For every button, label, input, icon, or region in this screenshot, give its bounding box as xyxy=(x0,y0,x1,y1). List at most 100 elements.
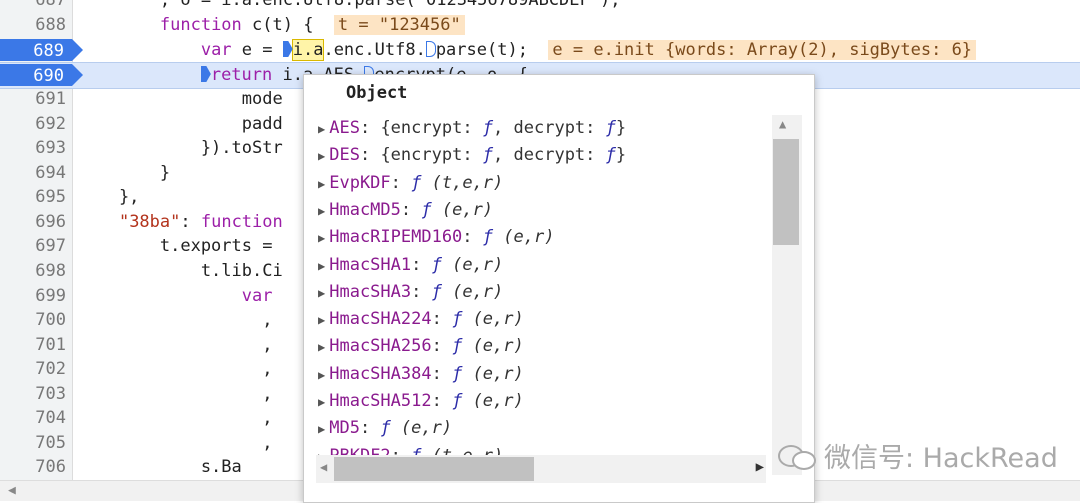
code-text: t.exports = xyxy=(78,234,273,259)
function-symbol: ƒ xyxy=(452,336,463,357)
function-args: (e,r) xyxy=(441,281,504,302)
breakpoint-marker-icon[interactable]: 689 xyxy=(0,39,83,61)
code-segment: mode xyxy=(78,89,283,109)
property-separator: : xyxy=(390,172,412,193)
code-line: 689 var e = i.a.enc.Utf8. parse(t); e = e… xyxy=(0,38,1080,63)
code-segment: , o = i.a.enc.Utf8.parse("0123456789ABCD… xyxy=(78,0,621,10)
property-separator: : xyxy=(400,199,422,220)
property-row[interactable]: ▶PBKDF2: ƒ (t,e,r) xyxy=(318,443,503,455)
function-symbol: ƒ xyxy=(411,446,421,455)
triangle-right-icon[interactable]: ▶ xyxy=(318,122,325,136)
property-row[interactable]: ▶ HmacSHA3: ƒ (e,r) xyxy=(318,279,503,306)
triangle-right-icon[interactable]: ▶ xyxy=(318,422,325,436)
triangle-right-icon[interactable]: ▶ xyxy=(318,286,325,300)
property-row[interactable]: ▶ HmacSHA224: ƒ (e,r) xyxy=(318,306,524,333)
line-number[interactable]: 699 xyxy=(0,284,66,309)
code-segment: padd xyxy=(78,114,283,134)
code-segment: }, xyxy=(78,187,140,207)
code-line: 688 function c(t) { t = "123456" xyxy=(0,13,1080,38)
scroll-up-icon[interactable]: ▲ xyxy=(779,117,786,131)
line-number[interactable]: 704 xyxy=(0,406,66,431)
line-number[interactable]: 691 xyxy=(0,87,66,112)
property-row[interactable]: ▶ HmacSHA256: ƒ (e,r) xyxy=(318,333,524,360)
line-number[interactable]: 701 xyxy=(0,333,66,358)
function-args: (e,r) xyxy=(462,391,524,411)
triangle-right-icon[interactable]: ▶ xyxy=(318,231,325,245)
property-value: {encrypt: xyxy=(380,118,483,138)
wechat-logo-icon xyxy=(778,443,816,470)
line-number[interactable]: 702 xyxy=(0,357,66,382)
current-expression[interactable]: i.a xyxy=(291,39,325,61)
line-number[interactable]: 695 xyxy=(0,185,66,210)
horizontal-scroll-thumb[interactable] xyxy=(334,457,534,481)
function-symbol: ƒ xyxy=(452,309,463,330)
code-segment: parse(t); xyxy=(435,40,549,60)
triangle-right-icon[interactable]: ▶ xyxy=(318,177,325,191)
popup-horizontal-scrollbar[interactable]: ◀ ▶ xyxy=(316,455,766,483)
property-row[interactable]: ▶ EvpKDF: ƒ (t,e,r) xyxy=(318,170,503,197)
code-segment: }).toStr xyxy=(78,138,283,158)
line-number[interactable]: 700 xyxy=(0,308,66,333)
property-name: HmacSHA512 xyxy=(329,391,432,411)
inline-value-hint: e = e.init {words: Array(2), sigBytes: 6… xyxy=(548,40,977,60)
code-segment: t.exports = xyxy=(78,236,273,256)
code-text: , xyxy=(78,357,272,382)
breakpoint-marker-icon[interactable]: 690 xyxy=(0,64,83,86)
property-name: DES xyxy=(329,145,360,166)
code-text: }).toStr xyxy=(78,136,283,161)
property-row[interactable]: ▶ HmacRIPEMD160: ƒ (e,r) xyxy=(318,224,554,251)
triangle-right-icon[interactable]: ▶ xyxy=(318,395,325,409)
property-row[interactable]: ▶ HmacMD5: ƒ (e,r) xyxy=(318,197,493,224)
line-number[interactable]: 706 xyxy=(0,455,66,480)
function-symbol: ƒ xyxy=(605,118,616,138)
scroll-right-icon[interactable]: ▶ xyxy=(756,459,764,475)
property-name: HmacRIPEMD160 xyxy=(329,227,463,248)
code-text: , o = i.a.enc.Utf8.parse("0123456789ABCD… xyxy=(78,0,621,13)
function-symbol: ƒ xyxy=(380,418,391,439)
keyword: function xyxy=(159,15,242,35)
popup-vertical-scrollbar[interactable]: ▲ xyxy=(772,115,802,475)
line-number[interactable]: 698 xyxy=(0,259,66,284)
property-separator: : xyxy=(391,446,411,455)
code-segment: , xyxy=(78,433,273,453)
watermark: 微信号: HackRead xyxy=(778,436,1058,475)
function-symbol: ƒ xyxy=(431,254,442,275)
line-number[interactable]: 697 xyxy=(0,234,66,259)
line-number[interactable]: 693 xyxy=(0,136,66,161)
code-text: function c(t) { t = "123456" xyxy=(78,13,465,38)
function-symbol: ƒ xyxy=(605,145,616,166)
triangle-right-icon[interactable]: ▶ xyxy=(318,368,325,382)
scroll-left-icon[interactable]: ◀ xyxy=(8,483,16,498)
line-number[interactable]: 688 xyxy=(0,13,66,38)
object-preview-popup[interactable]: Object ▶ AES: {encrypt: ƒ, decrypt: ƒ} ▶ DE… xyxy=(303,74,815,503)
line-number[interactable]: 694 xyxy=(0,161,66,186)
triangle-right-icon[interactable]: ▶ xyxy=(318,313,325,327)
code-segment: , xyxy=(78,310,273,330)
function-symbol: ƒ xyxy=(482,118,494,138)
triangle-right-icon[interactable]: ▶ xyxy=(318,204,325,218)
property-name: HmacSHA1 xyxy=(329,254,412,275)
triangle-right-icon[interactable]: ▶ xyxy=(318,149,325,163)
line-number[interactable]: 705 xyxy=(0,431,66,456)
line-number[interactable]: 696 xyxy=(0,210,66,235)
line-number[interactable]: 692 xyxy=(0,112,66,137)
triangle-right-icon[interactable]: ▶ xyxy=(318,340,325,354)
property-row[interactable]: ▶ HmacSHA384: ƒ (e,r) xyxy=(318,361,524,388)
triangle-right-icon[interactable]: ▶ xyxy=(318,259,325,273)
function-symbol: ƒ xyxy=(421,199,432,220)
property-name: HmacMD5 xyxy=(329,199,401,220)
property-row[interactable]: ▶ HmacSHA512: ƒ (e,r) xyxy=(318,388,524,415)
line-number[interactable]: 703 xyxy=(0,382,66,407)
function-symbol: ƒ xyxy=(452,363,463,384)
vertical-scroll-thumb[interactable] xyxy=(773,139,799,245)
scroll-left-icon[interactable]: ◀ xyxy=(320,460,327,474)
property-row[interactable]: ▶ AES: {encrypt: ƒ, decrypt: ƒ} xyxy=(318,115,626,142)
line-number[interactable]: 687 xyxy=(0,0,66,13)
property-row[interactable]: ▶ MD5: ƒ (e,r) xyxy=(318,415,452,442)
property-row[interactable]: ▶ DES: {encrypt: ƒ, decrypt: ƒ} xyxy=(318,142,626,169)
property-row[interactable]: ▶ HmacSHA1: ƒ (e,r) xyxy=(318,252,503,279)
code-text: t.lib.Ci xyxy=(78,259,283,284)
function-args: (e,r) xyxy=(493,227,555,248)
